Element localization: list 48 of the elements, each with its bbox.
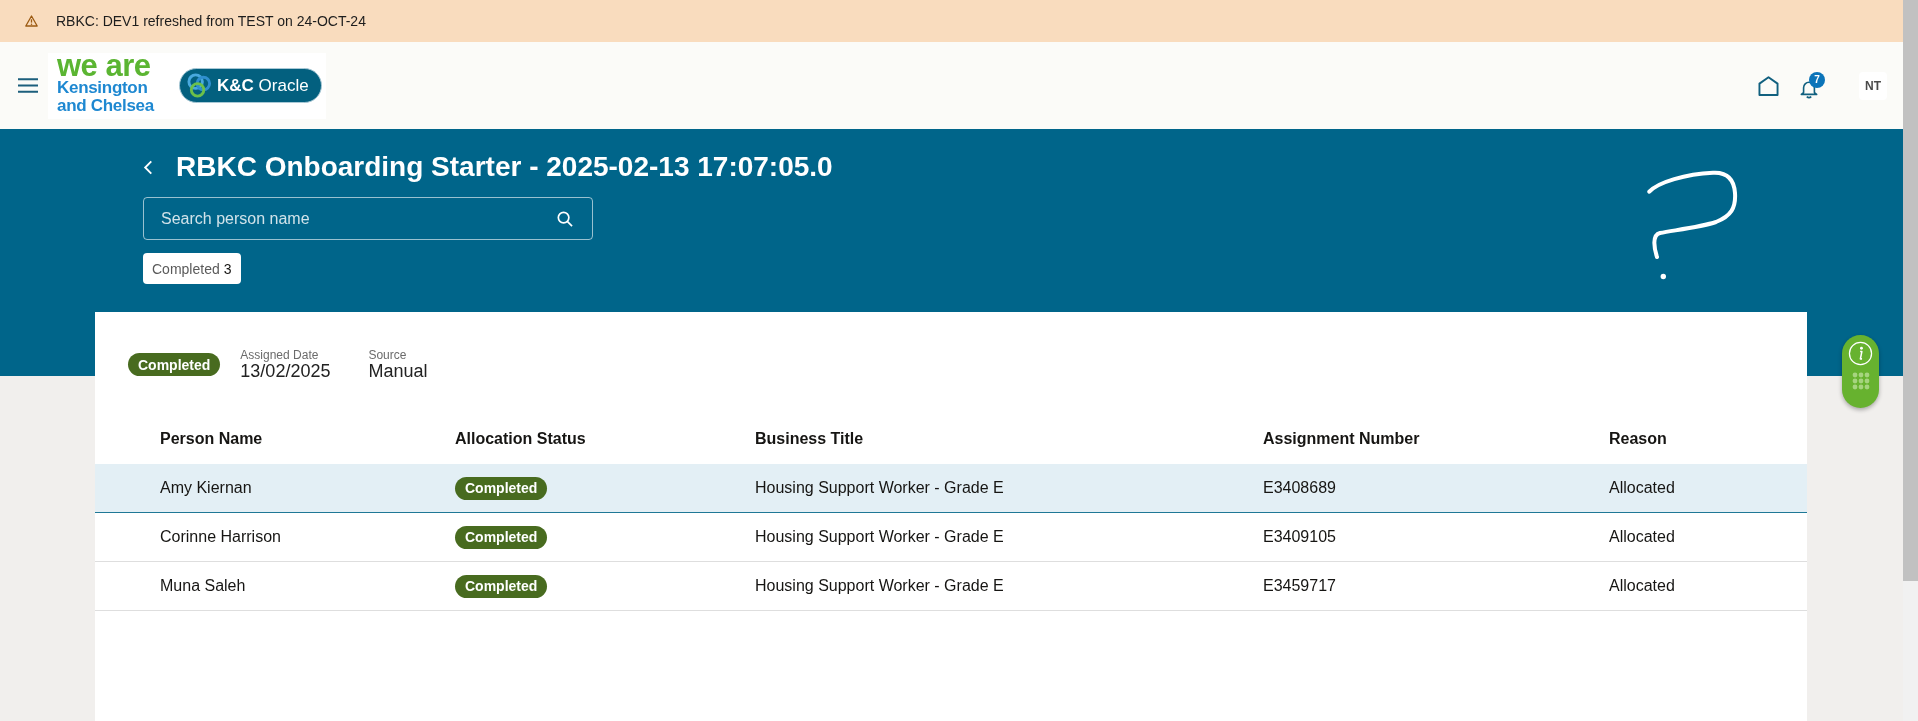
scrollbar-thumb[interactable] — [1903, 0, 1918, 581]
warning-icon — [25, 15, 38, 27]
banner-text: RBKC: DEV1 refreshed from TEST on 24-OCT-24 — [56, 13, 366, 29]
table-cell: Housing Support Worker - Grade E — [755, 528, 1004, 546]
status-badge: Completed — [455, 574, 548, 598]
knot-icon — [186, 72, 213, 99]
menu-icon — [18, 78, 38, 93]
table-cell: Allocated — [1609, 479, 1675, 497]
status-badge: Completed — [128, 353, 221, 376]
home-icon — [1757, 75, 1779, 96]
field-label: Source — [368, 348, 408, 362]
table-cell: Muna Saleh — [160, 577, 246, 595]
home-button[interactable] — [1756, 73, 1780, 98]
logo-text: Kensington — [57, 79, 149, 97]
dots-grid-icon — [1851, 372, 1870, 390]
notifications-button[interactable]: 7 — [1800, 72, 1825, 99]
table-cell: Amy Kiernan — [160, 479, 252, 497]
logo-text: we are — [57, 56, 152, 79]
column-header: Business Title — [755, 430, 864, 447]
app-logo-text: K&C Oracle — [217, 75, 309, 96]
notification-badge: 7 — [1809, 72, 1825, 88]
page-title: RBKC Onboarding Starter - 2025-02-13 17:07:05.0 — [176, 151, 833, 183]
logo-text: and Chelsea — [57, 97, 156, 115]
table-cell: Allocated — [1609, 577, 1675, 595]
chevron-left-icon — [143, 159, 153, 175]
field-value: Manual — [368, 362, 428, 381]
table-cell: E3408689 — [1263, 479, 1336, 497]
table-cell: Housing Support Worker - Grade E — [755, 577, 1004, 595]
table-cell: Housing Support Worker - Grade E — [755, 479, 1004, 497]
table-cell: Corinne Harrison — [160, 528, 281, 546]
search-field[interactable]: Search person name — [143, 197, 593, 240]
info-icon — [1848, 341, 1873, 366]
column-header: Person Name — [160, 430, 263, 447]
status-badge: Completed — [455, 525, 548, 549]
table-cell: Allocated — [1609, 528, 1675, 546]
assistant-button[interactable] — [1842, 335, 1879, 408]
filter-chip[interactable]: Completed 3 — [143, 253, 241, 284]
search-icon[interactable] — [557, 211, 573, 227]
status-badge: Completed — [455, 476, 548, 500]
field-label: Assigned Date — [240, 348, 320, 362]
column-header: Allocation Status — [455, 430, 586, 447]
field-value: 13/02/2025 — [240, 362, 331, 381]
table-row[interactable]: Amy Kiernan Completed Housing Support Worker - Grade E E3408689 Allocated — [95, 464, 1807, 513]
user-avatar[interactable]: NT — [1859, 71, 1887, 100]
column-header: Assignment Number — [1263, 430, 1420, 447]
column-header: Reason — [1609, 430, 1667, 447]
table-cell: E3409105 — [1263, 528, 1336, 546]
table-cell: E3459717 — [1263, 577, 1336, 595]
